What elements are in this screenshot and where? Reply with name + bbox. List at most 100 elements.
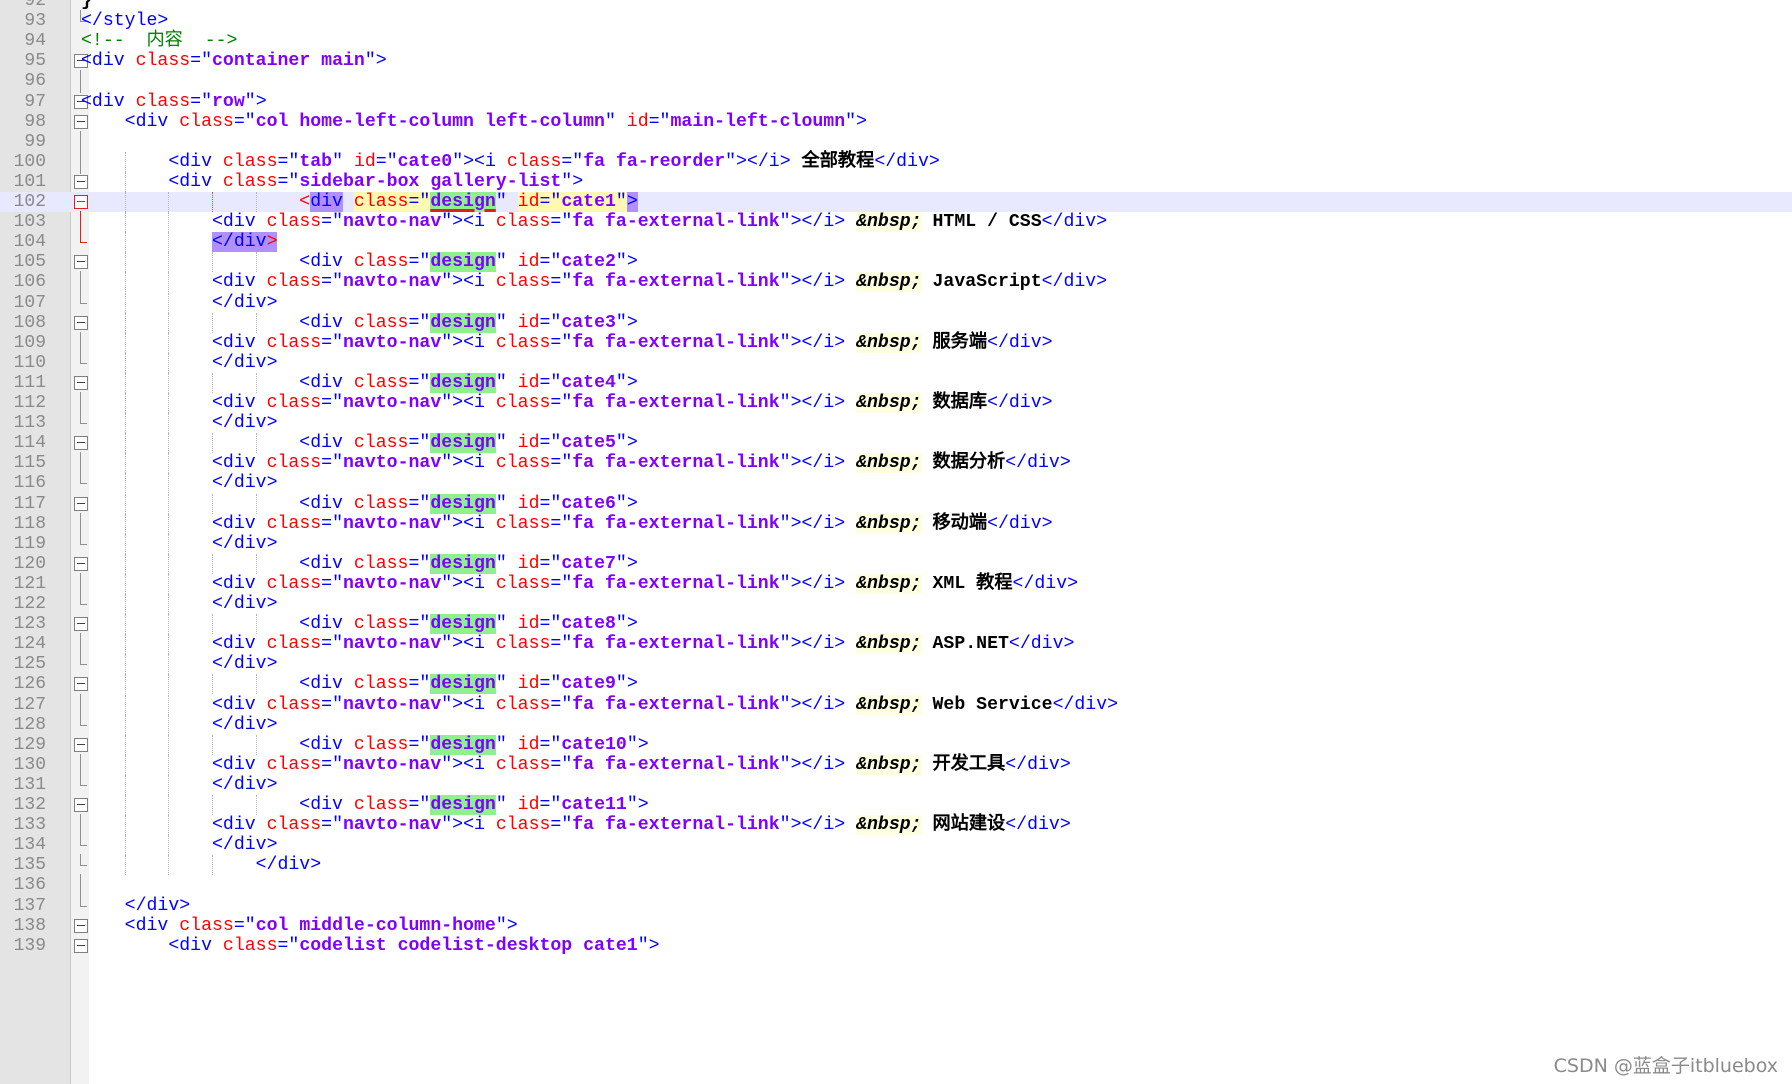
code-line-133: 133 <div class="navto-nav"><i class="fa … — [0, 814, 1792, 838]
code-text[interactable]: <div class="design" id="cate2"> — [81, 252, 638, 273]
line-number: 121 — [13, 573, 46, 594]
code-line-102: 102 <div class="design" id="cate1"> — [0, 192, 1792, 213]
code-editor[interactable]: 92} 93 </style> 94 <!-- 内容 --> 95 <div class="… — [0, 0, 1792, 1084]
code-line-107: 107 </div> — [0, 291, 1792, 313]
code-text[interactable]: <div class="navto-nav"><i class="fa fa-e… — [81, 694, 1118, 715]
code-text[interactable]: </div> — [81, 353, 278, 373]
code-text[interactable]: </div> — [81, 896, 191, 916]
line-number: 98 — [24, 111, 46, 132]
code-text[interactable]: </div> — [81, 413, 278, 433]
code-text[interactable]: <div class="design" id="cate4"> — [81, 372, 638, 393]
code-text[interactable]: </div> — [81, 654, 278, 674]
code-text[interactable]: } — [81, 0, 92, 11]
line-number: 136 — [13, 875, 46, 896]
code-text[interactable]: <div class="sidebar-box gallery-list"> — [81, 172, 583, 192]
line-number: 130 — [13, 754, 46, 775]
code-line-138: 138 <div class="col middle-column-home"> — [0, 916, 1792, 936]
code-line-136: 136 — [0, 874, 1792, 898]
code-text[interactable]: <div class="navto-nav"><i class="fa fa-e… — [81, 272, 1107, 293]
code-text[interactable]: <div class="navto-nav"><i class="fa fa-e… — [81, 815, 1071, 836]
code-text[interactable]: <div class="design" id="cate7"> — [81, 553, 638, 574]
code-text[interactable]: <div class="navto-nav"><i class="fa fa-e… — [81, 453, 1071, 474]
code-line-98: 98 <div class="col home-left-column left… — [0, 112, 1792, 132]
code-text[interactable]: <div class="codelist codelist-desktop ca… — [81, 936, 659, 956]
line-number: 137 — [13, 895, 46, 916]
line-number: 96 — [24, 71, 46, 92]
code-line-97: 97 <div class="row"> — [0, 92, 1792, 112]
line-number: 138 — [13, 915, 46, 936]
line-number: 133 — [13, 815, 46, 836]
code-text[interactable]: <div class="col middle-column-home"> — [81, 916, 518, 936]
code-text[interactable]: <div class="container main"> — [81, 51, 387, 71]
code-line-128: 128 </div> — [0, 713, 1792, 735]
code-line-106: 106 <div class="navto-nav"><i class="fa … — [0, 271, 1792, 295]
code-line-113: 113 </div> — [0, 412, 1792, 434]
code-text[interactable]: <div class="navto-nav"><i class="fa fa-e… — [81, 634, 1074, 655]
code-line-101: 101 <div class="sidebar-box gallery-list… — [0, 171, 1792, 192]
line-number: 139 — [13, 935, 46, 956]
line-number: 102 — [13, 192, 46, 212]
code-text[interactable]: <div class="col home-left-column left-co… — [81, 112, 867, 132]
code-text[interactable]: </div> — [81, 715, 278, 735]
code-text[interactable]: <div class="design" id="cate9"> — [81, 674, 638, 695]
code-text[interactable]: <div class="design" id="cate3"> — [81, 312, 638, 333]
line-number: 122 — [13, 594, 46, 614]
code-line-96: 96 — [0, 70, 1792, 94]
code-text[interactable]: <div class="design" id="cate8"> — [81, 614, 638, 635]
line-number: 128 — [13, 714, 46, 735]
line-number: 109 — [13, 332, 46, 353]
line-number: 103 — [13, 212, 46, 233]
code-text[interactable]: </div> — [81, 232, 278, 253]
code-line-122: 122 </div> — [0, 593, 1792, 615]
code-line-95: 95 <div class="container main"> — [0, 51, 1792, 71]
code-text[interactable]: <div class="navto-nav"><i class="fa fa-e… — [81, 393, 1053, 413]
code-text[interactable]: <div class="tab" id="cate0"><i class="fa… — [81, 152, 939, 172]
code-line-130: 130 <div class="navto-nav"><i class="fa … — [0, 753, 1792, 777]
code-text[interactable]: <div class="navto-nav"><i class="fa fa-e… — [81, 573, 1078, 594]
fold-line-icon — [74, 874, 88, 898]
code-text[interactable]: </style> — [81, 11, 168, 31]
watermark: CSDN @蓝盒子itbluebox — [1553, 1055, 1778, 1077]
line-number: 124 — [13, 634, 46, 655]
code-text[interactable]: <div class="design" id="cate11"> — [81, 795, 649, 815]
line-number: 113 — [13, 413, 46, 434]
line-number: 134 — [13, 835, 46, 856]
code-text[interactable]: <div class="design" id="cate10"> — [81, 734, 649, 755]
code-text[interactable]: <div class="navto-nav"><i class="fa fa-e… — [81, 332, 1053, 353]
code-text[interactable]: <div class="navto-nav"><i class="fa fa-e… — [81, 754, 1071, 775]
line-number: 125 — [13, 654, 46, 675]
code-text[interactable]: <div class="navto-nav"><i class="fa fa-e… — [81, 513, 1053, 534]
code-text[interactable]: <!-- 内容 --> — [81, 31, 237, 51]
code-line-126: 126 <div class="design" id="cate9"> — [0, 674, 1792, 695]
code-text[interactable]: </div> — [81, 775, 278, 795]
code-text[interactable]: </div> — [81, 473, 278, 493]
fold-line-icon — [74, 70, 88, 94]
code-text[interactable]: </div> — [81, 534, 278, 554]
line-number: 108 — [13, 312, 46, 333]
line-number: 110 — [13, 352, 46, 373]
code-line-104: 104 </div> — [0, 231, 1792, 253]
line-number: 100 — [13, 151, 46, 172]
code-text[interactable]: </div> — [81, 594, 278, 614]
code-text[interactable]: <div class="row"> — [81, 92, 267, 112]
code-line-121: 121 <div class="navto-nav"><i class="fa … — [0, 572, 1792, 596]
code-line-112: 112 <div class="navto-nav"><i class="fa … — [0, 392, 1792, 416]
code-text[interactable]: <div class="design" id="cate6"> — [81, 493, 638, 514]
code-line-134: 134 </div> — [0, 834, 1792, 856]
code-text[interactable]: <div class="navto-nav"><i class="fa fa-e… — [81, 212, 1107, 233]
line-number: 118 — [13, 513, 46, 534]
code-line-118: 118 <div class="navto-nav"><i class="fa … — [0, 512, 1792, 536]
code-text[interactable]: </div> — [81, 293, 278, 313]
code-text[interactable]: <div class="design" id="cate5"> — [81, 433, 638, 454]
code-text[interactable]: <div class="design" id="cate1"> — [81, 192, 638, 212]
code-line-105: 105 <div class="design" id="cate2"> — [0, 252, 1792, 273]
code-line-120: 120 <div class="design" id="cate7"> — [0, 553, 1792, 574]
code-line-115: 115 <div class="navto-nav"><i class="fa … — [0, 452, 1792, 476]
code-text[interactable]: </div> — [81, 855, 322, 875]
line-number: 112 — [13, 393, 46, 413]
code-line-129: 129 <div class="design" id="cate10"> — [0, 734, 1792, 755]
code-line-132: 132 <div class="design" id="cate11"> — [0, 795, 1792, 816]
code-text[interactable]: </div> — [81, 835, 278, 855]
code-line-137: 137 </div> — [0, 894, 1792, 916]
code-line-93: 93 </style> — [0, 10, 1792, 31]
